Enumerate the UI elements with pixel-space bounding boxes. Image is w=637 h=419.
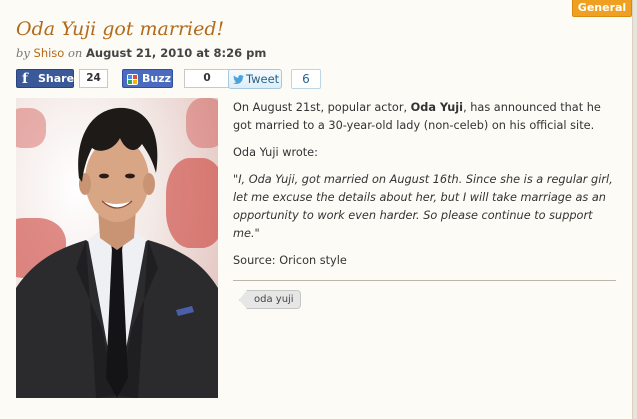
scroll-edge	[632, 0, 637, 419]
author-link[interactable]: Shiso	[34, 46, 65, 60]
byline-on: on	[67, 46, 83, 60]
post-date: August 21, 2010 at 8:26 pm	[85, 46, 267, 60]
tweet-count: 6	[291, 69, 321, 89]
google-buzz-button[interactable]: Buzz	[122, 69, 173, 88]
post-paragraph-intro: On August 21st, popular actor, Oda Yuji,…	[233, 99, 620, 135]
post-divider	[233, 280, 616, 281]
post-byline: by Shiso on August 21, 2010 at 8:26 pm	[16, 46, 266, 60]
category-badge[interactable]: General	[572, 0, 632, 17]
tag-label: oda yuji	[254, 294, 294, 305]
facebook-f-icon: f	[22, 71, 29, 87]
intro-text-start: On August 21st, popular actor,	[233, 101, 411, 114]
post-paragraph-wrote: Oda Yuji wrote:	[233, 146, 318, 159]
post-source: Source: Oricon style	[233, 254, 347, 267]
post-quote: "I, Oda Yuji, got married on August 16th…	[233, 173, 613, 240]
google-buzz-label: Buzz	[142, 72, 172, 85]
twitter-bird-icon	[233, 75, 244, 84]
tag-link[interactable]: oda yuji	[239, 290, 301, 309]
post-photo	[16, 98, 218, 398]
google-buzz-icon	[127, 74, 138, 85]
facebook-share-count: 24	[79, 69, 108, 88]
byline-by: by	[16, 46, 30, 60]
photo-subject	[16, 107, 218, 398]
post-title[interactable]: Oda Yuji got married!	[16, 18, 224, 40]
facebook-share-label: Share	[38, 72, 75, 85]
tweet-label: Tweet	[246, 72, 280, 86]
post-body: On August 21st, popular actor, Oda Yuji,…	[233, 99, 620, 279]
facebook-share-button[interactable]: f Share	[16, 69, 74, 88]
tag-icon	[239, 290, 247, 309]
tweet-button[interactable]: Tweet	[228, 69, 282, 89]
intro-name: Oda Yuji	[410, 101, 464, 114]
google-buzz-count: 0	[184, 69, 230, 88]
